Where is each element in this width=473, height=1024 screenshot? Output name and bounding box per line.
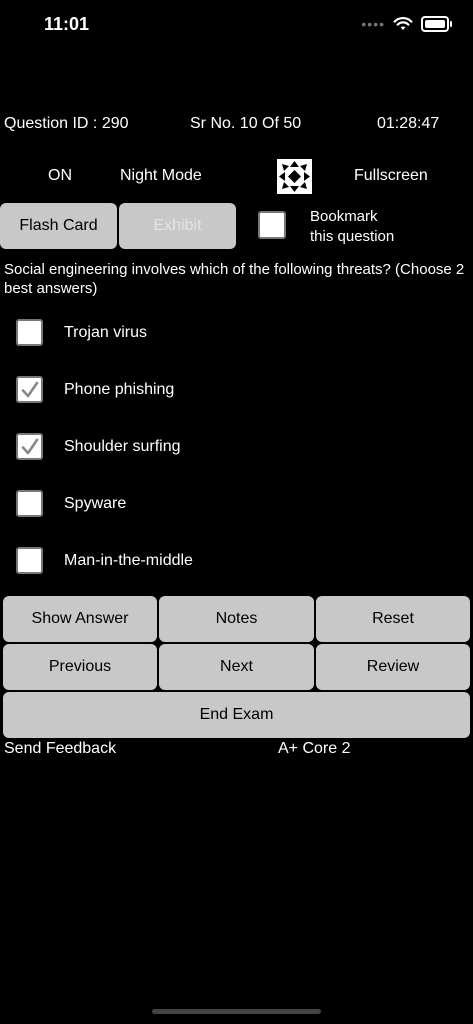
option-row[interactable]: Man-in-the-middle	[16, 547, 193, 574]
checkmark-icon	[21, 438, 38, 454]
show-answer-button[interactable]: Show Answer	[3, 596, 157, 642]
option-label[interactable]: Phone phishing	[64, 381, 174, 399]
end-exam-button[interactable]: End Exam	[3, 692, 470, 738]
review-button[interactable]: Review	[316, 644, 470, 690]
question-text: Social engineering involves which of the…	[4, 261, 465, 297]
exam-name: A+ Core 2	[278, 740, 351, 757]
signal-dots-icon: ••••	[361, 16, 385, 32]
notes-button[interactable]: Notes	[159, 596, 314, 642]
wifi-icon	[393, 16, 413, 30]
bookmark-label-line2: this question	[310, 228, 395, 245]
option-checkbox[interactable]	[16, 547, 43, 574]
option-label[interactable]: Shoulder surfing	[64, 438, 181, 456]
option-row[interactable]: Phone phishing	[16, 376, 174, 403]
status-icons: ••••	[361, 16, 452, 32]
option-checkbox[interactable]	[16, 433, 43, 460]
option-row[interactable]: Shoulder surfing	[16, 433, 181, 460]
fullscreen-label[interactable]: Fullscreen	[354, 167, 428, 185]
bookmark-label: Bookmark this question	[310, 207, 394, 247]
exhibit-button[interactable]: Exhibit	[119, 203, 236, 249]
night-mode-label: Night Mode	[120, 167, 202, 184]
question-id: Question ID : 290	[4, 115, 129, 132]
next-button[interactable]: Next	[159, 644, 314, 690]
option-label[interactable]: Spyware	[64, 495, 126, 513]
status-time: 11:01	[44, 14, 90, 34]
flash-card-button[interactable]: Flash Card	[0, 203, 117, 249]
option-label[interactable]: Man-in-the-middle	[64, 552, 193, 570]
home-indicator[interactable]	[152, 1009, 321, 1014]
option-row[interactable]: Trojan virus	[16, 319, 147, 346]
exam-timer: 01:28:47	[377, 115, 440, 132]
battery-icon	[421, 16, 452, 32]
option-checkbox[interactable]	[16, 490, 43, 517]
send-feedback-link[interactable]: Send Feedback	[4, 740, 116, 758]
option-label[interactable]: Trojan virus	[64, 324, 147, 342]
bookmark-label-line1: Bookmark	[310, 208, 378, 225]
bookmark-checkbox[interactable]	[258, 211, 286, 239]
option-checkbox[interactable]	[16, 319, 43, 346]
checkmark-icon	[21, 381, 38, 397]
fullscreen-arrows-icon[interactable]	[277, 159, 312, 194]
serial-number: Sr No. 10 Of 50	[190, 115, 302, 132]
option-row[interactable]: Spyware	[16, 490, 126, 517]
option-checkbox[interactable]	[16, 376, 43, 403]
night-mode-toggle[interactable]: ON	[48, 167, 72, 185]
reset-button[interactable]: Reset	[316, 596, 470, 642]
previous-button[interactable]: Previous	[3, 644, 157, 690]
